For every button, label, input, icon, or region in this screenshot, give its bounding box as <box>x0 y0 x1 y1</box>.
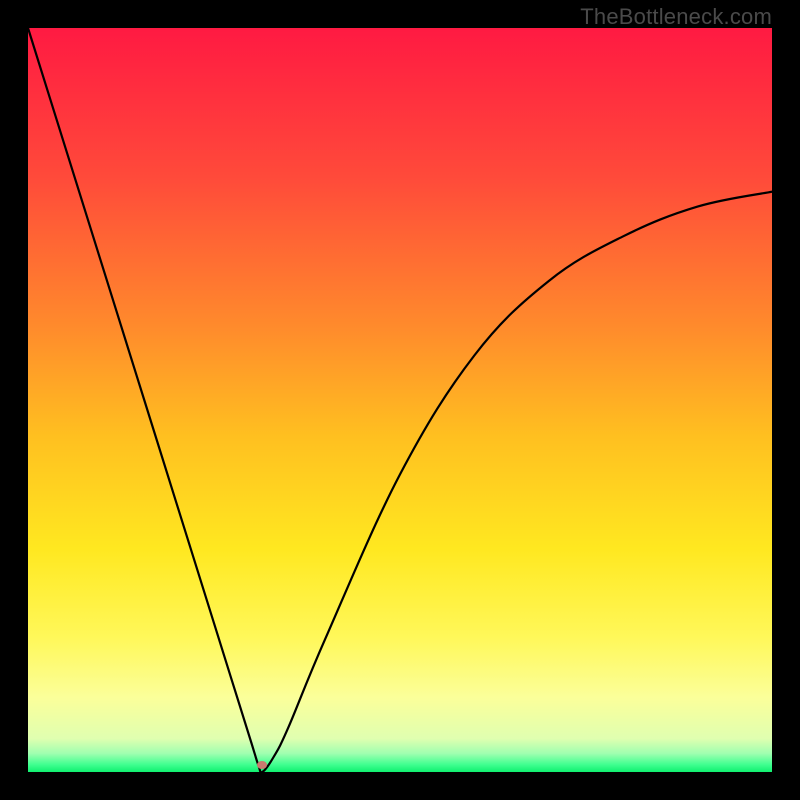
watermark-text: TheBottleneck.com <box>580 4 772 30</box>
chart-curve <box>28 28 772 772</box>
optimal-marker <box>257 761 267 769</box>
plot-area <box>28 28 772 772</box>
